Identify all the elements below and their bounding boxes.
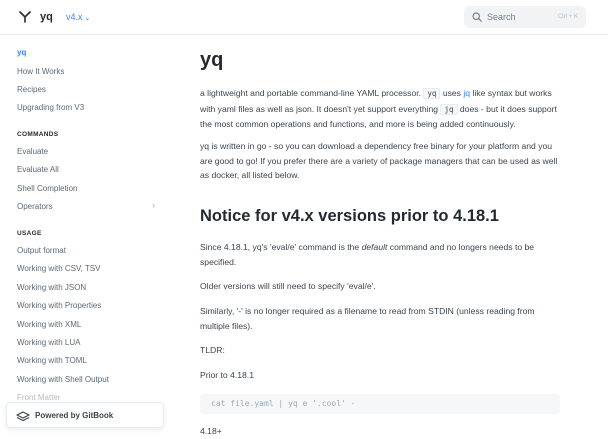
sidebar-item-front-matter[interactable]: Front Matter [17, 393, 61, 402]
sidebar-item-how-it-works[interactable]: How It Works [17, 67, 64, 76]
page-title: yq [200, 49, 224, 71]
code-line: cat file.yaml | yq e '.cool' - [211, 399, 356, 408]
after-label: 4.18+ [200, 426, 222, 436]
notice-heading: Notice for v4.x versions prior to 4.18.1 [200, 207, 499, 225]
sidebar-item-toml[interactable]: Working with TOML [17, 356, 87, 365]
sidebar-item-csv-tsv[interactable]: Working with CSV, TSV [17, 264, 100, 273]
powered-by-label: Powered by GitBook [35, 411, 114, 420]
gitbook-icon [16, 411, 30, 422]
install-paragraph: yq is written in go - so you can downloa… [200, 141, 558, 180]
search-shortcut: Ctrl + K [557, 14, 578, 20]
notice-paragraph: Since 4.18.1, yq's 'eval/e' command is t… [200, 242, 535, 267]
older-versions-paragraph: Older versions will still need to specif… [200, 281, 376, 291]
powered-by-gitbook[interactable]: Powered by GitBook [6, 402, 164, 428]
sidebar-item-xml[interactable]: Working with XML [17, 320, 81, 329]
sidebar-item-yq[interactable]: yq [17, 48, 26, 57]
sidebar-item-json[interactable]: Working with JSON [17, 283, 86, 292]
sidebar-item-lua[interactable]: Working with LUA [17, 338, 80, 347]
inline-code-yq: yq [423, 88, 441, 99]
site-title[interactable]: yq [40, 11, 53, 23]
yq-logo-icon[interactable] [18, 10, 32, 24]
version-label: v4.x [66, 12, 83, 22]
chevron-right-icon[interactable]: › [152, 200, 155, 210]
sidebar-item-shell-output[interactable]: Working with Shell Output [17, 375, 109, 384]
chevron-down-icon: ⌄ [84, 15, 91, 22]
inline-code-jq: jq [440, 103, 458, 115]
top-header: yq v4.x ⌄ Search Ctrl + K [0, 0, 608, 35]
code-block[interactable]: cat file.yaml | yq e '.cool' - [200, 394, 560, 414]
sidebar-item-properties[interactable]: Working with Properties [17, 301, 101, 310]
search-icon [472, 12, 482, 22]
sidebar-item-evaluate[interactable]: Evaluate [17, 147, 48, 156]
sidebar-item-output-format[interactable]: Output format [17, 246, 66, 255]
search-input[interactable]: Search Ctrl + K [464, 6, 586, 28]
sidebar-item-recipes[interactable]: Recipes [17, 85, 46, 94]
version-selector[interactable]: v4.x ⌄ [66, 12, 90, 22]
sidebar-item-upgrading[interactable]: Upgrading from V3 [17, 103, 84, 112]
prior-label: Prior to 4.18.1 [200, 370, 254, 380]
intro-paragraph: a lightweight and portable command-line … [200, 88, 557, 129]
sidebar-heading-usage: USAGE [17, 230, 42, 237]
sidebar-heading-commands: COMMANDS [17, 131, 59, 138]
sidebar-item-operators[interactable]: Operators [17, 202, 53, 211]
stdin-paragraph: Similarly, '-' is no longer required as … [200, 306, 535, 331]
sidebar-item-evaluate-all[interactable]: Evaluate All [17, 165, 59, 174]
search-placeholder: Search [487, 12, 516, 22]
tldr-label: TLDR: [200, 345, 225, 355]
sidebar-item-shell-completion[interactable]: Shell Completion [17, 184, 77, 193]
